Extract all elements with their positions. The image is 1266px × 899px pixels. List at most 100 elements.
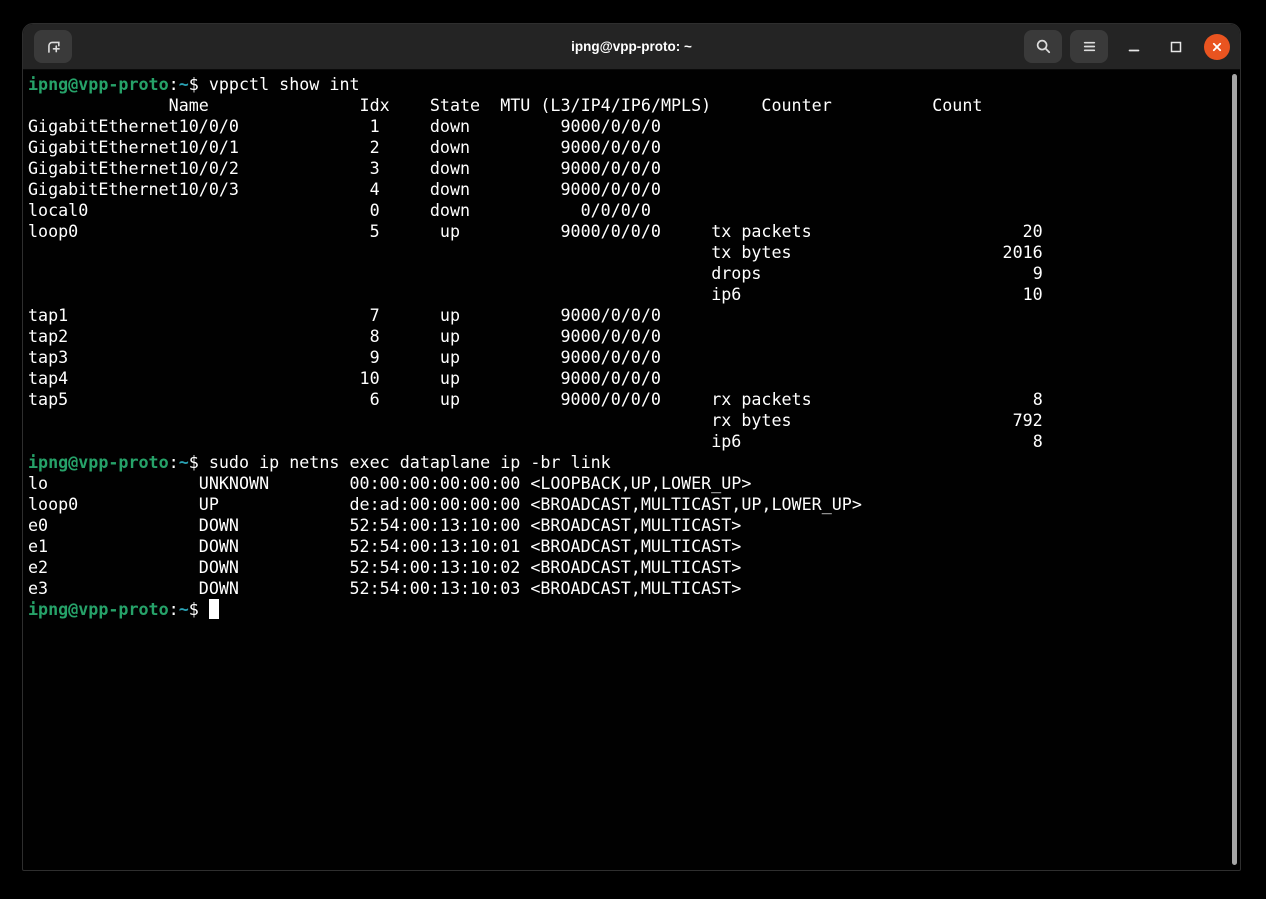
terminal-text: $ bbox=[189, 452, 209, 472]
terminal-text: GigabitEthernet10/0/3 bbox=[28, 179, 239, 199]
spacer bbox=[380, 389, 440, 409]
terminal-window: ipng@vpp-proto: ~ bbox=[22, 23, 1241, 871]
spacer bbox=[219, 494, 350, 514]
new-tab-button[interactable] bbox=[34, 30, 72, 63]
terminal-text: : bbox=[169, 452, 179, 472]
minimize-icon bbox=[1126, 39, 1142, 55]
terminal-text: vppctl show int bbox=[209, 74, 360, 94]
spacer bbox=[741, 431, 1032, 451]
spacer bbox=[68, 326, 369, 346]
terminal-text: tap4 bbox=[28, 368, 68, 388]
spacer bbox=[239, 158, 370, 178]
terminal-text: 0/0/0/0 bbox=[581, 200, 651, 220]
scrollbar[interactable] bbox=[1232, 74, 1237, 865]
terminal-text: Name bbox=[169, 95, 209, 115]
new-tab-icon bbox=[45, 38, 62, 55]
spacer bbox=[460, 368, 560, 388]
terminal-line: ipng@vpp-proto:~$ bbox=[28, 599, 1239, 620]
terminal-text: GigabitEthernet10/0/1 bbox=[28, 137, 239, 157]
terminal-line: rx bytes 792 bbox=[28, 410, 1239, 431]
terminal-text: Idx bbox=[360, 95, 390, 115]
terminal-text: 52:54:00:13:10:02 <BROADCAST,MULTICAST> bbox=[350, 557, 742, 577]
terminal-text: down bbox=[430, 116, 470, 136]
terminal-line: drops 9 bbox=[28, 263, 1239, 284]
spacer bbox=[661, 221, 711, 241]
spacer bbox=[78, 221, 369, 241]
spacer bbox=[812, 389, 1033, 409]
terminal-text: GigabitEthernet10/0/2 bbox=[28, 158, 239, 178]
menu-button[interactable] bbox=[1070, 30, 1108, 63]
terminal-text: down bbox=[430, 179, 470, 199]
terminal-line: e0 DOWN 52:54:00:13:10:00 <BROADCAST,MUL… bbox=[28, 515, 1239, 536]
terminal-text: 792 bbox=[1013, 410, 1043, 430]
terminal-text: 7 bbox=[370, 305, 380, 325]
spacer bbox=[48, 536, 199, 556]
spacer bbox=[460, 326, 560, 346]
terminal-text: de:ad:00:00:00:00 <BROADCAST,MULTICAST,U… bbox=[350, 494, 862, 514]
terminal-text: local0 bbox=[28, 200, 88, 220]
terminal-text: tap3 bbox=[28, 347, 68, 367]
terminal-text: up bbox=[440, 368, 460, 388]
spacer bbox=[460, 347, 560, 367]
terminal-text: up bbox=[440, 221, 460, 241]
terminal-text: ipng@vpp-proto bbox=[28, 452, 169, 472]
terminal-text: ipng@vpp-proto bbox=[28, 599, 169, 619]
terminal-text: drops bbox=[711, 263, 761, 283]
terminal-text: tx packets bbox=[711, 221, 811, 241]
spacer bbox=[460, 221, 560, 241]
spacer bbox=[68, 347, 369, 367]
spacer bbox=[239, 179, 370, 199]
spacer bbox=[380, 158, 430, 178]
spacer bbox=[239, 515, 350, 535]
terminal-text: : bbox=[169, 599, 179, 619]
spacer bbox=[48, 578, 199, 598]
terminal-text: UP bbox=[199, 494, 219, 514]
terminal-line: tap4 10 up 9000/0/0/0 bbox=[28, 368, 1239, 389]
spacer bbox=[68, 389, 369, 409]
spacer bbox=[380, 116, 430, 136]
close-icon bbox=[1209, 39, 1225, 55]
terminal-text: 00:00:00:00:00:00 <LOOPBACK,UP,LOWER_UP> bbox=[350, 473, 752, 493]
spacer bbox=[661, 389, 711, 409]
terminal-line: GigabitEthernet10/0/2 3 down 9000/0/0/0 bbox=[28, 158, 1239, 179]
terminal-text: up bbox=[440, 347, 460, 367]
terminal-text: lo bbox=[28, 473, 48, 493]
spacer bbox=[48, 557, 199, 577]
window-controls bbox=[1016, 24, 1230, 69]
terminal-text: loop0 bbox=[28, 221, 78, 241]
terminal-text: up bbox=[440, 326, 460, 346]
spacer bbox=[269, 473, 349, 493]
terminal-text: 9000/0/0/0 bbox=[560, 305, 660, 325]
terminal-text: 9000/0/0/0 bbox=[560, 158, 660, 178]
terminal-text: ~ bbox=[179, 452, 189, 472]
spacer bbox=[239, 116, 370, 136]
titlebar[interactable]: ipng@vpp-proto: ~ bbox=[23, 24, 1240, 70]
close-button[interactable] bbox=[1204, 34, 1230, 60]
spacer bbox=[470, 200, 581, 220]
spacer bbox=[68, 305, 369, 325]
terminal-content[interactable]: ipng@vpp-proto:~$ vppctl show int Name I… bbox=[24, 70, 1239, 869]
search-button[interactable] bbox=[1024, 30, 1062, 63]
spacer bbox=[28, 431, 711, 451]
terminal-text: 1 bbox=[370, 116, 380, 136]
terminal-text: 9 bbox=[370, 347, 380, 367]
spacer bbox=[812, 221, 1023, 241]
terminal-line: ip6 8 bbox=[28, 431, 1239, 452]
terminal-text: 10 bbox=[1023, 284, 1043, 304]
terminal-text: 9000/0/0/0 bbox=[560, 389, 660, 409]
maximize-button[interactable] bbox=[1160, 30, 1192, 64]
spacer bbox=[792, 242, 1003, 262]
terminal-text: 9000/0/0/0 bbox=[560, 116, 660, 136]
terminal-text: e1 bbox=[28, 536, 48, 556]
terminal-text: down bbox=[430, 158, 470, 178]
terminal-text: tx bytes bbox=[711, 242, 791, 262]
terminal-text: State bbox=[430, 95, 480, 115]
spacer bbox=[380, 368, 440, 388]
terminal-text: DOWN bbox=[199, 536, 239, 556]
spacer bbox=[239, 536, 350, 556]
terminal-line: GigabitEthernet10/0/0 1 down 9000/0/0/0 bbox=[28, 116, 1239, 137]
minimize-button[interactable] bbox=[1118, 30, 1150, 64]
terminal-line: ipng@vpp-proto:~$ sudo ip netns exec dat… bbox=[28, 452, 1239, 473]
terminal-text: down bbox=[430, 137, 470, 157]
terminal-text: 52:54:00:13:10:00 <BROADCAST,MULTICAST> bbox=[350, 515, 742, 535]
